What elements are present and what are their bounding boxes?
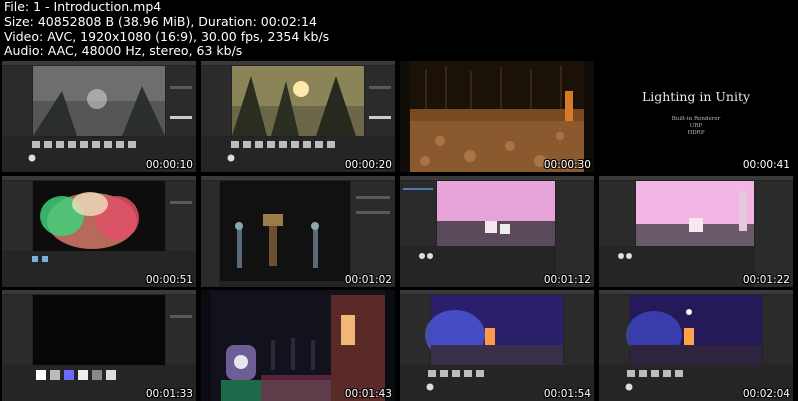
timestamp: 00:00:20 xyxy=(344,159,392,171)
timestamp: 00:00:10 xyxy=(145,159,193,171)
editor-screenshot xyxy=(2,61,196,172)
timestamp: 00:01:22 xyxy=(742,274,790,286)
thumbnail-2[interactable]: 00:00:20 xyxy=(201,61,395,172)
editor-screenshot xyxy=(2,176,196,287)
thumbnail-5[interactable]: 00:00:51 xyxy=(2,176,196,287)
timestamp: 00:00:30 xyxy=(543,159,591,171)
timestamp: 00:01:54 xyxy=(543,388,591,400)
title-card: Lighting in Unity Built-in Renderer URP … xyxy=(599,61,793,172)
thumbnail-grid: 00:00:10 00:00:20 00:00:30 Lighting in U… xyxy=(2,61,798,401)
editor-screenshot xyxy=(201,61,395,172)
thumbnail-6[interactable]: 00:01:02 xyxy=(201,176,395,287)
title-card-title: Lighting in Unity xyxy=(641,89,751,104)
file-size-duration: Size: 40852808 B (38.96 MiB), Duration: … xyxy=(4,13,317,29)
thumbnail-4[interactable]: Lighting in Unity Built-in Renderer URP … xyxy=(599,61,793,172)
title-card-line: URP xyxy=(689,123,703,129)
editor-screenshot xyxy=(599,176,793,287)
thumbnail-12[interactable]: 00:02:04 xyxy=(599,290,793,401)
timestamp: 00:00:51 xyxy=(145,274,193,286)
timestamp: 00:01:43 xyxy=(344,388,392,400)
thumbnail-11[interactable]: 00:01:54 xyxy=(400,290,594,401)
game-view-screenshot xyxy=(400,61,594,172)
editor-screenshot xyxy=(599,290,793,401)
thumbnail-1[interactable]: 00:00:10 xyxy=(2,61,196,172)
audio-info: Audio: AAC, 48000 Hz, stereo, 63 kb/s xyxy=(4,43,243,59)
title-card-line: HDRP xyxy=(687,130,705,136)
video-info: Video: AVC, 1920x1080 (16:9), 30.00 fps,… xyxy=(4,28,330,44)
editor-screenshot xyxy=(400,290,594,401)
timestamp: 00:01:12 xyxy=(543,274,591,286)
timestamp: 00:02:04 xyxy=(742,388,790,400)
title-card-lines: Built-in Renderer URP HDRP xyxy=(599,116,793,137)
file-name: File: 1 - Introduction.mp4 xyxy=(4,0,162,14)
thumbnail-9[interactable]: 00:01:33 xyxy=(2,290,196,401)
timestamp: 00:00:41 xyxy=(742,159,790,171)
thumbnail-10[interactable]: 00:01:43 xyxy=(201,290,395,401)
editor-screenshot xyxy=(201,176,395,287)
editor-screenshot xyxy=(400,176,594,287)
thumbnail-7[interactable]: 00:01:12 xyxy=(400,176,594,287)
editor-screenshot xyxy=(2,290,196,401)
file-info: File: 1 - Introduction.mp4 Size: 4085280… xyxy=(4,0,794,59)
timestamp: 00:01:33 xyxy=(145,388,193,400)
title-card-line: Built-in Renderer xyxy=(671,116,721,122)
game-view-screenshot xyxy=(201,290,395,401)
thumbnail-3[interactable]: 00:00:30 xyxy=(400,61,594,172)
timestamp: 00:01:02 xyxy=(344,274,392,286)
thumbnail-8[interactable]: 00:01:22 xyxy=(599,176,793,287)
